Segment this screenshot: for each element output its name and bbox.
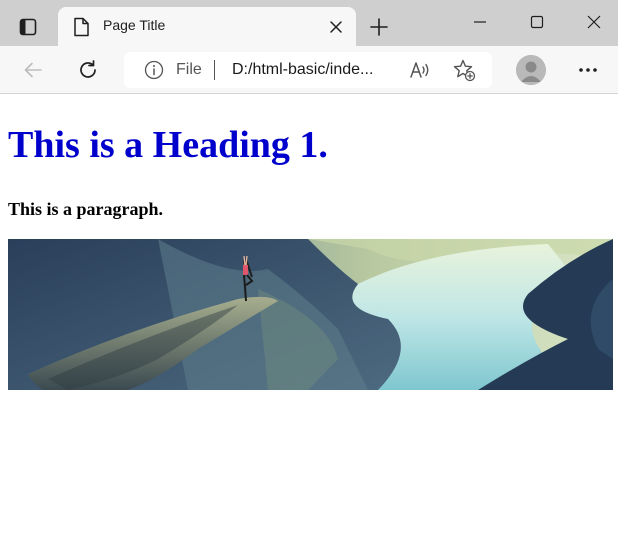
document-icon — [74, 17, 89, 37]
more-options-icon — [579, 68, 597, 72]
profile-avatar-icon — [516, 55, 546, 85]
new-tab-button[interactable] — [366, 14, 392, 40]
close-window-button[interactable] — [580, 8, 608, 36]
back-arrow-icon — [24, 62, 42, 78]
hero-image — [8, 239, 613, 390]
more-options-button[interactable] — [574, 56, 602, 84]
close-icon — [587, 15, 601, 29]
plus-icon — [370, 18, 388, 36]
add-favorite-icon[interactable] — [452, 58, 476, 82]
url-scheme-label: File — [176, 61, 202, 78]
active-tab[interactable]: Page Title — [58, 7, 356, 46]
tab-title: Page Title — [103, 17, 166, 33]
tab-close-button[interactable] — [326, 17, 346, 37]
address-bar[interactable]: File D:/html-basic/inde... — [124, 52, 492, 88]
profile-button[interactable] — [516, 55, 546, 85]
minimize-icon — [474, 21, 486, 23]
maximize-button[interactable] — [523, 8, 551, 36]
browser-toolbar: File D:/html-basic/inde... — [0, 46, 618, 94]
tab-actions-button[interactable] — [12, 11, 44, 43]
info-icon[interactable] — [144, 60, 164, 80]
page-viewport: This is a Heading 1. This is a paragraph… — [0, 95, 618, 535]
read-aloud-icon[interactable] — [408, 58, 432, 82]
page-paragraph: This is a paragraph. — [8, 199, 164, 219]
reload-icon — [80, 60, 96, 78]
reload-button[interactable] — [74, 56, 102, 84]
page-heading: This is a Heading 1. — [8, 124, 328, 166]
back-button[interactable] — [19, 56, 47, 84]
address-separator — [214, 60, 215, 80]
url-text[interactable]: D:/html-basic/inde... — [232, 61, 392, 79]
tab-strip: Page Title — [0, 0, 618, 46]
maximize-icon — [530, 15, 544, 29]
tab-actions-icon — [19, 18, 37, 36]
minimize-button[interactable] — [466, 8, 494, 36]
close-icon — [330, 21, 342, 33]
